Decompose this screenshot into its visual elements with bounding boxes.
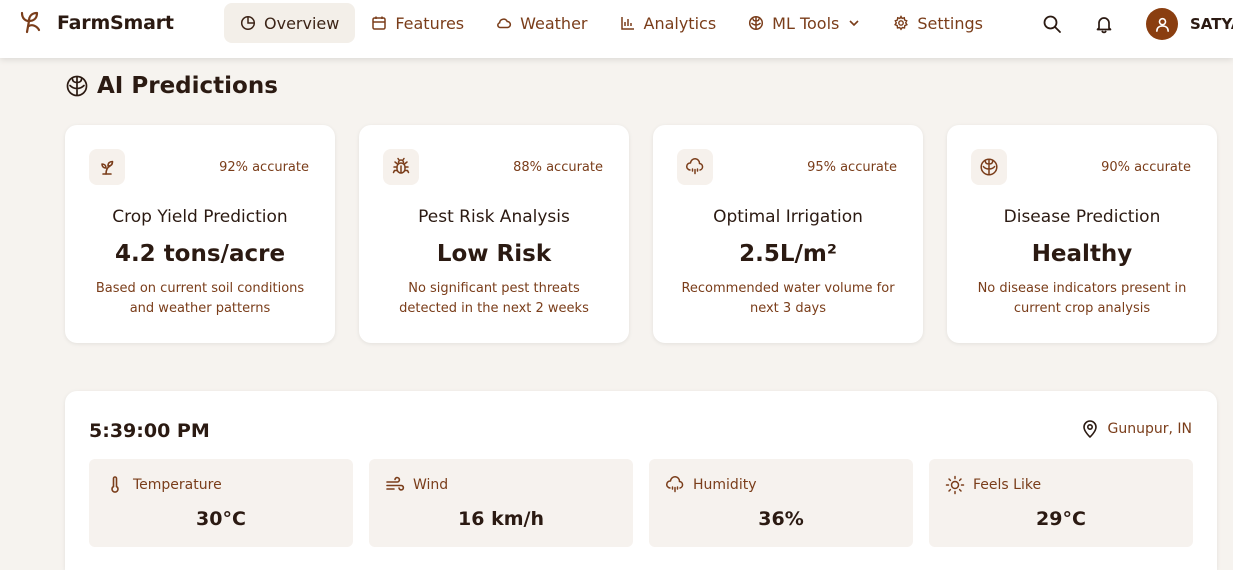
nav-overview[interactable]: Overview	[224, 3, 356, 43]
brain-icon	[749, 15, 764, 31]
nav-ml-tools[interactable]: ML Tools	[732, 3, 877, 43]
accuracy-badge: 92% accurate	[219, 160, 309, 175]
cloud-rain-icon	[686, 158, 704, 175]
accuracy-badge: 90% accurate	[1101, 160, 1191, 175]
app-name: FarmSmart	[57, 12, 174, 34]
prediction-card-irrigation: 95% accurate Optimal Irrigation 2.5L/m² …	[653, 125, 923, 343]
brain-icon	[66, 75, 88, 97]
section-header: AI Predictions	[65, 73, 278, 99]
metric-label: Humidity	[693, 477, 757, 493]
card-value: Low Risk	[436, 241, 552, 267]
card-title: Optimal Irrigation	[713, 207, 863, 227]
bar-chart-icon	[620, 17, 634, 30]
metric-header: Humidity	[665, 475, 756, 495]
brand[interactable]: FarmSmart	[18, 10, 174, 36]
cloud-rain-icon	[666, 476, 684, 493]
pie-chart-icon	[240, 15, 256, 31]
nav-analytics[interactable]: Analytics	[604, 3, 733, 43]
sprout-logo-icon	[20, 11, 41, 34]
card-value: 2.5L/m²	[739, 241, 837, 267]
metric-header: Temperature	[105, 475, 222, 495]
card-title: Disease Prediction	[1003, 207, 1161, 227]
metric-value: 36%	[758, 508, 804, 530]
sun-icon	[945, 475, 965, 495]
top-navbar: FarmSmart Overview Features Weather Anal…	[0, 0, 1233, 58]
page-title: AI Predictions	[97, 73, 278, 99]
nav-settings-label: Settings	[917, 13, 983, 33]
current-time: 5:39:00 PM	[89, 420, 210, 442]
bell-icon	[1096, 17, 1112, 34]
search-icon	[1043, 15, 1061, 33]
prediction-card-disease: 90% accurate Disease Prediction Healthy …	[947, 125, 1217, 343]
card-title: Crop Yield Prediction	[112, 207, 288, 227]
avatar[interactable]	[1146, 8, 1178, 40]
metric-value: 29°C	[1036, 508, 1086, 530]
nav-features-label: Features	[395, 13, 465, 33]
card-description: Recommended water volume for next 3 days	[681, 281, 895, 316]
metric-humidity: Humidity 36%	[649, 459, 913, 547]
accuracy-badge: 95% accurate	[807, 160, 897, 175]
brain-icon	[980, 158, 998, 176]
nav-ml-tools-label: ML Tools	[772, 13, 840, 33]
notifications-button[interactable]	[1092, 12, 1116, 36]
card-icon-box	[971, 149, 1007, 185]
card-title: Pest Risk Analysis	[418, 207, 570, 227]
nav-features[interactable]: Features	[355, 3, 480, 43]
bug-icon	[392, 157, 410, 174]
sprout-icon	[101, 160, 114, 175]
metric-header: Feels Like	[945, 475, 1041, 495]
accuracy-badge: 88% accurate	[513, 160, 603, 175]
metric-label: Feels Like	[973, 477, 1042, 493]
cloud-icon	[497, 18, 512, 29]
nav-settings[interactable]: Settings	[877, 3, 999, 43]
metric-feels-like: Feels Like 29°C	[929, 459, 1193, 547]
weather-panel: 5:39:00 PM Gunupur, IN Temperature 30°C …	[65, 391, 1217, 570]
calendar-icon	[372, 16, 387, 30]
user-name[interactable]: SATYA	[1190, 15, 1233, 33]
card-description: No disease indicators present in current…	[977, 281, 1187, 316]
user-icon	[1155, 17, 1169, 32]
metric-label: Temperature	[133, 477, 222, 493]
map-pin-icon	[1082, 420, 1097, 438]
card-value: Healthy	[1031, 241, 1133, 267]
nav-analytics-label: Analytics	[643, 13, 717, 33]
prediction-card-crop-yield: 92% accurate Crop Yield Prediction 4.2 t…	[65, 125, 335, 343]
metric-label: Wind	[413, 477, 449, 493]
metric-header: Wind	[385, 475, 448, 495]
metric-value: 16 km/h	[458, 508, 544, 530]
metric-value: 30°C	[196, 508, 246, 530]
card-icon-box	[383, 149, 419, 185]
card-icon-box	[677, 149, 713, 185]
weather-metrics: Temperature 30°C Wind 16 km/h Humidity 3…	[89, 459, 1193, 547]
card-value: 4.2 tons/acre	[114, 241, 286, 267]
card-description: No significant pest threats detected in …	[399, 281, 589, 316]
wind-icon	[386, 476, 405, 491]
nav-weather-label: Weather	[520, 13, 588, 33]
thermometer-icon	[111, 476, 119, 493]
location[interactable]: Gunupur, IN	[1080, 419, 1193, 439]
prediction-card-pest-risk: 88% accurate Pest Risk Analysis Low Risk…	[359, 125, 629, 343]
main-nav: Overview Features Weather Analytics ML T…	[224, 3, 999, 43]
metric-temperature: Temperature 30°C	[89, 459, 353, 547]
location-label: Gunupur, IN	[1107, 421, 1193, 437]
card-icon-box	[89, 149, 125, 185]
prediction-cards: 92% accurate Crop Yield Prediction 4.2 t…	[65, 125, 1217, 343]
nav-weather[interactable]: Weather	[480, 3, 603, 43]
nav-actions: SATYA	[1040, 8, 1233, 40]
gear-icon	[894, 15, 909, 31]
chevron-down-icon	[849, 20, 859, 27]
nav-overview-label: Overview	[264, 13, 340, 33]
card-description: Based on current soil conditions and wea…	[95, 281, 305, 316]
search-button[interactable]	[1040, 12, 1064, 36]
metric-wind: Wind 16 km/h	[369, 459, 633, 547]
